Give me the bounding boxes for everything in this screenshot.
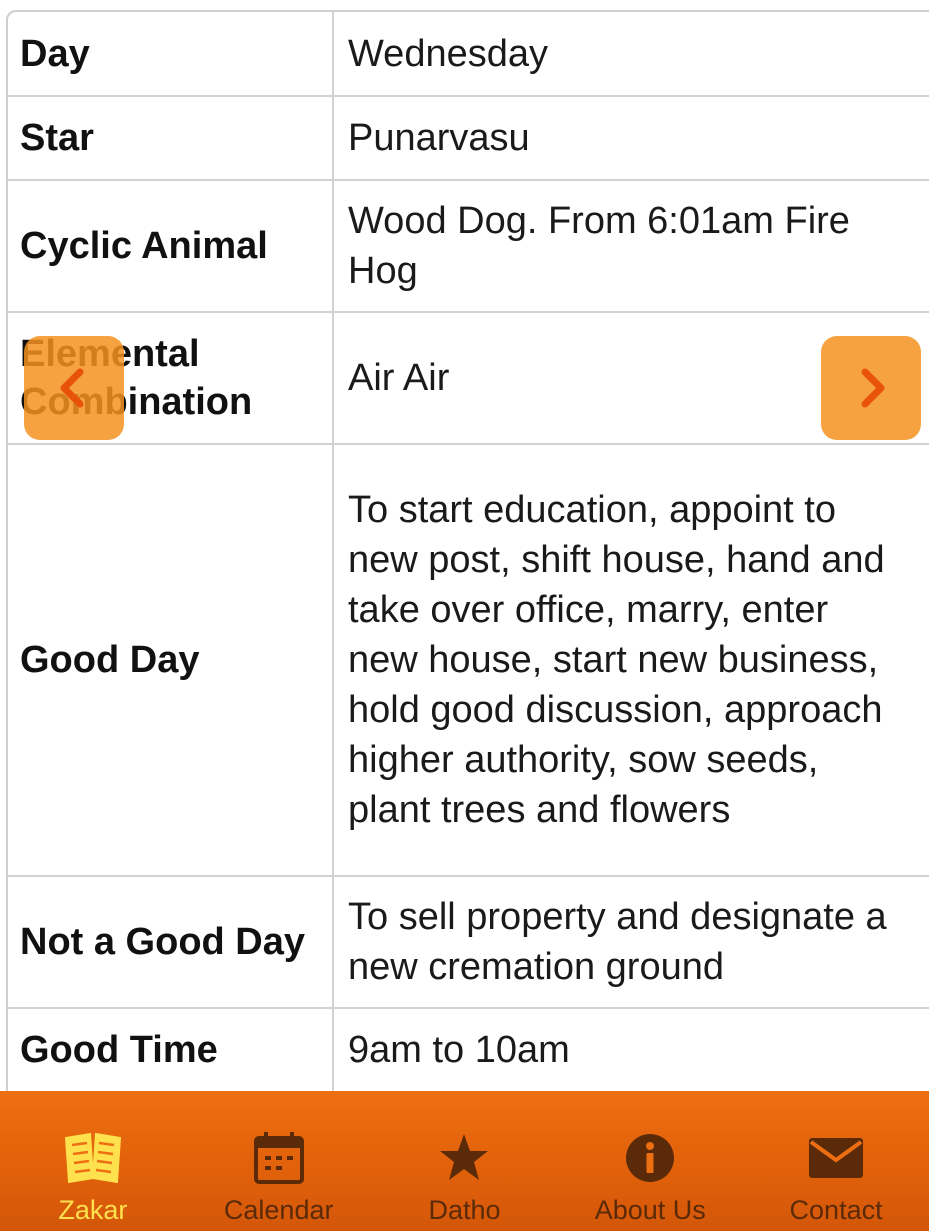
row-label: Day (8, 12, 334, 97)
nav-item-about-us[interactable]: About Us (557, 1091, 743, 1226)
nav-item-calendar[interactable]: Calendar (186, 1091, 372, 1226)
row-value: Wednesday (333, 12, 929, 97)
row-value: Wood Dog. From 6:01am Fire Hog (333, 180, 929, 313)
chevron-right-icon (861, 368, 885, 408)
row-label: Not a Good Day (8, 876, 334, 1009)
row-value: To sell property and designate a new cre… (333, 876, 929, 1009)
book-icon (61, 1129, 125, 1187)
nav-item-zakar[interactable]: Zakar (0, 1091, 186, 1226)
star-icon (432, 1129, 496, 1187)
nav-item-contact[interactable]: Contact (743, 1091, 929, 1226)
calendar-icon (247, 1129, 311, 1187)
row-label: Star (8, 96, 334, 181)
envelope-icon (804, 1129, 868, 1187)
table-row: Star Punarvasu (8, 96, 929, 181)
row-label: Good Time (8, 1008, 334, 1093)
table-row: Cyclic Animal Wood Dog. From 6:01am Fire… (8, 180, 929, 313)
table-row: Good Time 9am to 10am (8, 1008, 929, 1093)
bottom-navigation: Zakar Calendar Datho About Us Contact (0, 1091, 929, 1231)
table-row: Not a Good Day To sell property and desi… (8, 876, 929, 1009)
details-table: Day Wednesday Star Punarvasu Cyclic Anim… (6, 10, 929, 1093)
row-value: Punarvasu (333, 96, 929, 181)
nav-label: About Us (594, 1195, 706, 1225)
row-value: To start education, appoint to new post,… (333, 444, 929, 877)
row-value: 9am to 10am (333, 1008, 929, 1093)
table-row: Elemental Combination Air Air (8, 312, 929, 445)
row-label: Cyclic Animal (8, 180, 334, 313)
nav-item-datho[interactable]: Datho (372, 1091, 558, 1226)
nav-label: Zakar (58, 1195, 128, 1225)
row-label: Good Day (8, 444, 334, 877)
table-row: Good Day To start education, appoint to … (8, 444, 929, 877)
nav-label: Datho (428, 1195, 501, 1225)
nav-label: Contact (789, 1195, 883, 1225)
nav-label: Calendar (223, 1195, 334, 1225)
table-row: Day Wednesday (8, 12, 929, 97)
chevron-left-icon (60, 368, 84, 408)
previous-day-button[interactable] (24, 336, 124, 440)
next-day-button[interactable] (821, 336, 921, 440)
screen: Day Wednesday Star Punarvasu Cyclic Anim… (0, 0, 929, 1231)
info-icon (618, 1129, 682, 1187)
